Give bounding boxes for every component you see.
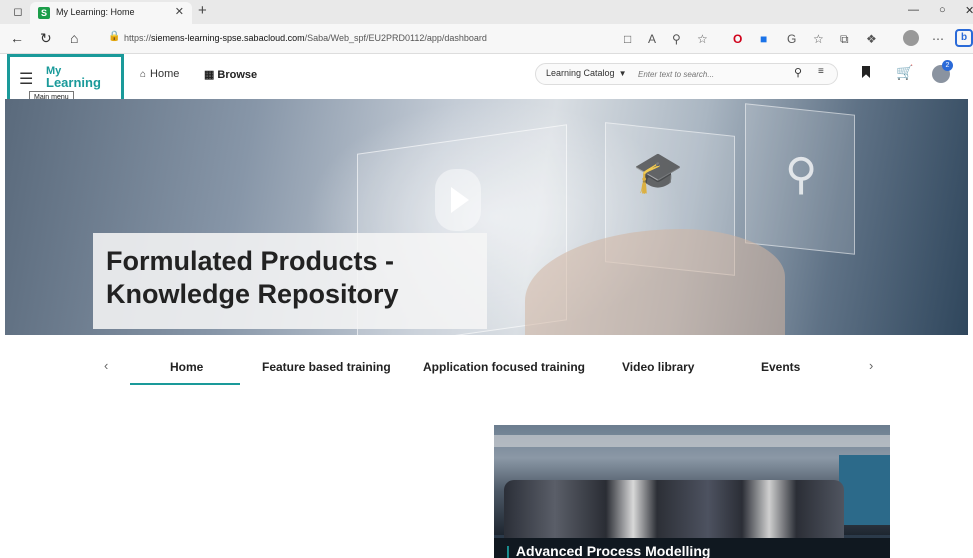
my-learning-logo[interactable]: My Learning <box>46 66 101 90</box>
card-image-group <box>504 480 844 540</box>
search-input[interactable] <box>636 66 776 82</box>
chevron-left-icon[interactable]: ‹ <box>104 358 108 373</box>
favorites-icon[interactable]: ☆ <box>813 32 824 46</box>
filter-icon[interactable]: ≡ <box>818 66 824 77</box>
opera-extension-icon[interactable]: O <box>733 32 742 46</box>
browser-tab[interactable]: S My Learning: Home ✕ <box>30 2 192 24</box>
hero-title-line2: Knowledge Repository <box>106 279 399 309</box>
main-menu-icon[interactable]: ☰ <box>19 69 33 89</box>
page-tabs: ‹ Home Feature based training Applicatio… <box>0 350 973 388</box>
search-bar: Learning Catalog▼ ⚲ ≡ <box>535 63 838 85</box>
browser-address-row: ← ↻ ⌂ 🔒 https://siemens-learning-spse.sa… <box>0 24 973 54</box>
catalog-label: Learning Catalog <box>546 68 615 78</box>
tab-application-focused-training[interactable]: Application focused training <box>423 360 585 374</box>
nav-home-link[interactable]: ⌂ Home <box>140 68 179 80</box>
nav-browse-label: Browse <box>217 69 258 81</box>
browser-tab-strip: ◻ S My Learning: Home ✕ + — ○ ✕ <box>0 0 973 24</box>
chevron-right-icon[interactable]: › <box>869 358 873 373</box>
tab-actions-icon[interactable]: ◻ <box>10 4 26 20</box>
hero-banner: 🎓 ⚲ Formulated Products - Knowledge Repo… <box>5 99 968 335</box>
magnifier-icon: ⚲ <box>785 150 818 199</box>
bing-icon[interactable]: b <box>955 29 973 47</box>
app-header: ☰ My Learning Main menu ⌂ Home ▦ Browse Le… <box>0 54 973 106</box>
tab-feature-based-training[interactable]: Feature based training <box>262 360 391 374</box>
lock-icon: 🔒 <box>108 31 121 42</box>
card-title: | Advanced Process Modelling <box>506 543 711 558</box>
minimize-icon[interactable]: — <box>908 4 919 16</box>
close-tab-icon[interactable]: ✕ <box>175 5 184 18</box>
nav-home-label: Home <box>150 68 180 80</box>
notification-badge: 2 <box>942 60 953 71</box>
active-tab-indicator <box>130 383 240 385</box>
chevron-down-icon: ▼ <box>618 69 627 78</box>
browser-tab-title: My Learning: Home <box>56 7 135 17</box>
search-icon[interactable]: ⚲ <box>794 66 802 79</box>
bookmark-icon[interactable] <box>862 66 870 78</box>
home-icon: ⌂ <box>140 69 147 80</box>
url-text: https://siemens-learning-spse.sabacloud.… <box>124 33 487 43</box>
course-card[interactable]: | Advanced Process Modelling <box>494 425 890 558</box>
extensions-puzzle-icon[interactable]: ❖ <box>866 32 877 46</box>
card-title-bar: | Advanced Process Modelling <box>494 538 890 558</box>
card-image-screen <box>839 455 890 525</box>
grid-icon: ▦ <box>204 69 214 81</box>
read-aloud-icon[interactable]: A <box>648 32 656 46</box>
hero-title-line1: Formulated Products - <box>106 246 395 276</box>
collections-icon[interactable]: ⧉ <box>840 32 849 47</box>
more-options-icon[interactable]: ⋯ <box>932 32 944 46</box>
address-bar[interactable]: 🔒 https://siemens-learning-spse.sabaclou… <box>100 28 600 49</box>
tab-video-library[interactable]: Video library <box>622 360 694 374</box>
catalog-dropdown[interactable]: Learning Catalog ▼ <box>546 68 626 78</box>
close-window-icon[interactable]: ✕ <box>965 4 973 17</box>
tab-events[interactable]: Events <box>761 360 800 374</box>
cast-icon[interactable]: □ <box>624 32 631 46</box>
browser-profile-avatar[interactable] <box>903 30 919 46</box>
graduation-cap-icon: 🎓 <box>633 151 683 195</box>
grammarly-extension-icon[interactable]: G <box>787 32 796 46</box>
new-tab-icon[interactable]: + <box>198 2 207 19</box>
zoom-icon[interactable]: ⚲ <box>672 32 681 46</box>
hero-title-box: Formulated Products - Knowledge Reposito… <box>93 233 487 329</box>
card-image-ceiling <box>494 435 890 447</box>
play-icon <box>435 169 481 231</box>
restore-icon[interactable]: ○ <box>939 4 946 16</box>
favorite-star-icon[interactable]: ☆ <box>697 32 708 46</box>
tab-home[interactable]: Home <box>170 360 203 374</box>
back-icon[interactable]: ← <box>10 30 24 46</box>
logo-learning-text: Learning <box>46 75 101 90</box>
home-browser-icon[interactable]: ⌂ <box>70 30 78 46</box>
refresh-icon[interactable]: ↻ <box>40 30 52 47</box>
saba-favicon-icon: S <box>38 7 50 19</box>
cart-icon[interactable]: 🛒 <box>896 64 913 81</box>
extension-icon[interactable]: ■ <box>760 32 767 46</box>
nav-browse-link[interactable]: ▦ Browse <box>204 68 257 81</box>
